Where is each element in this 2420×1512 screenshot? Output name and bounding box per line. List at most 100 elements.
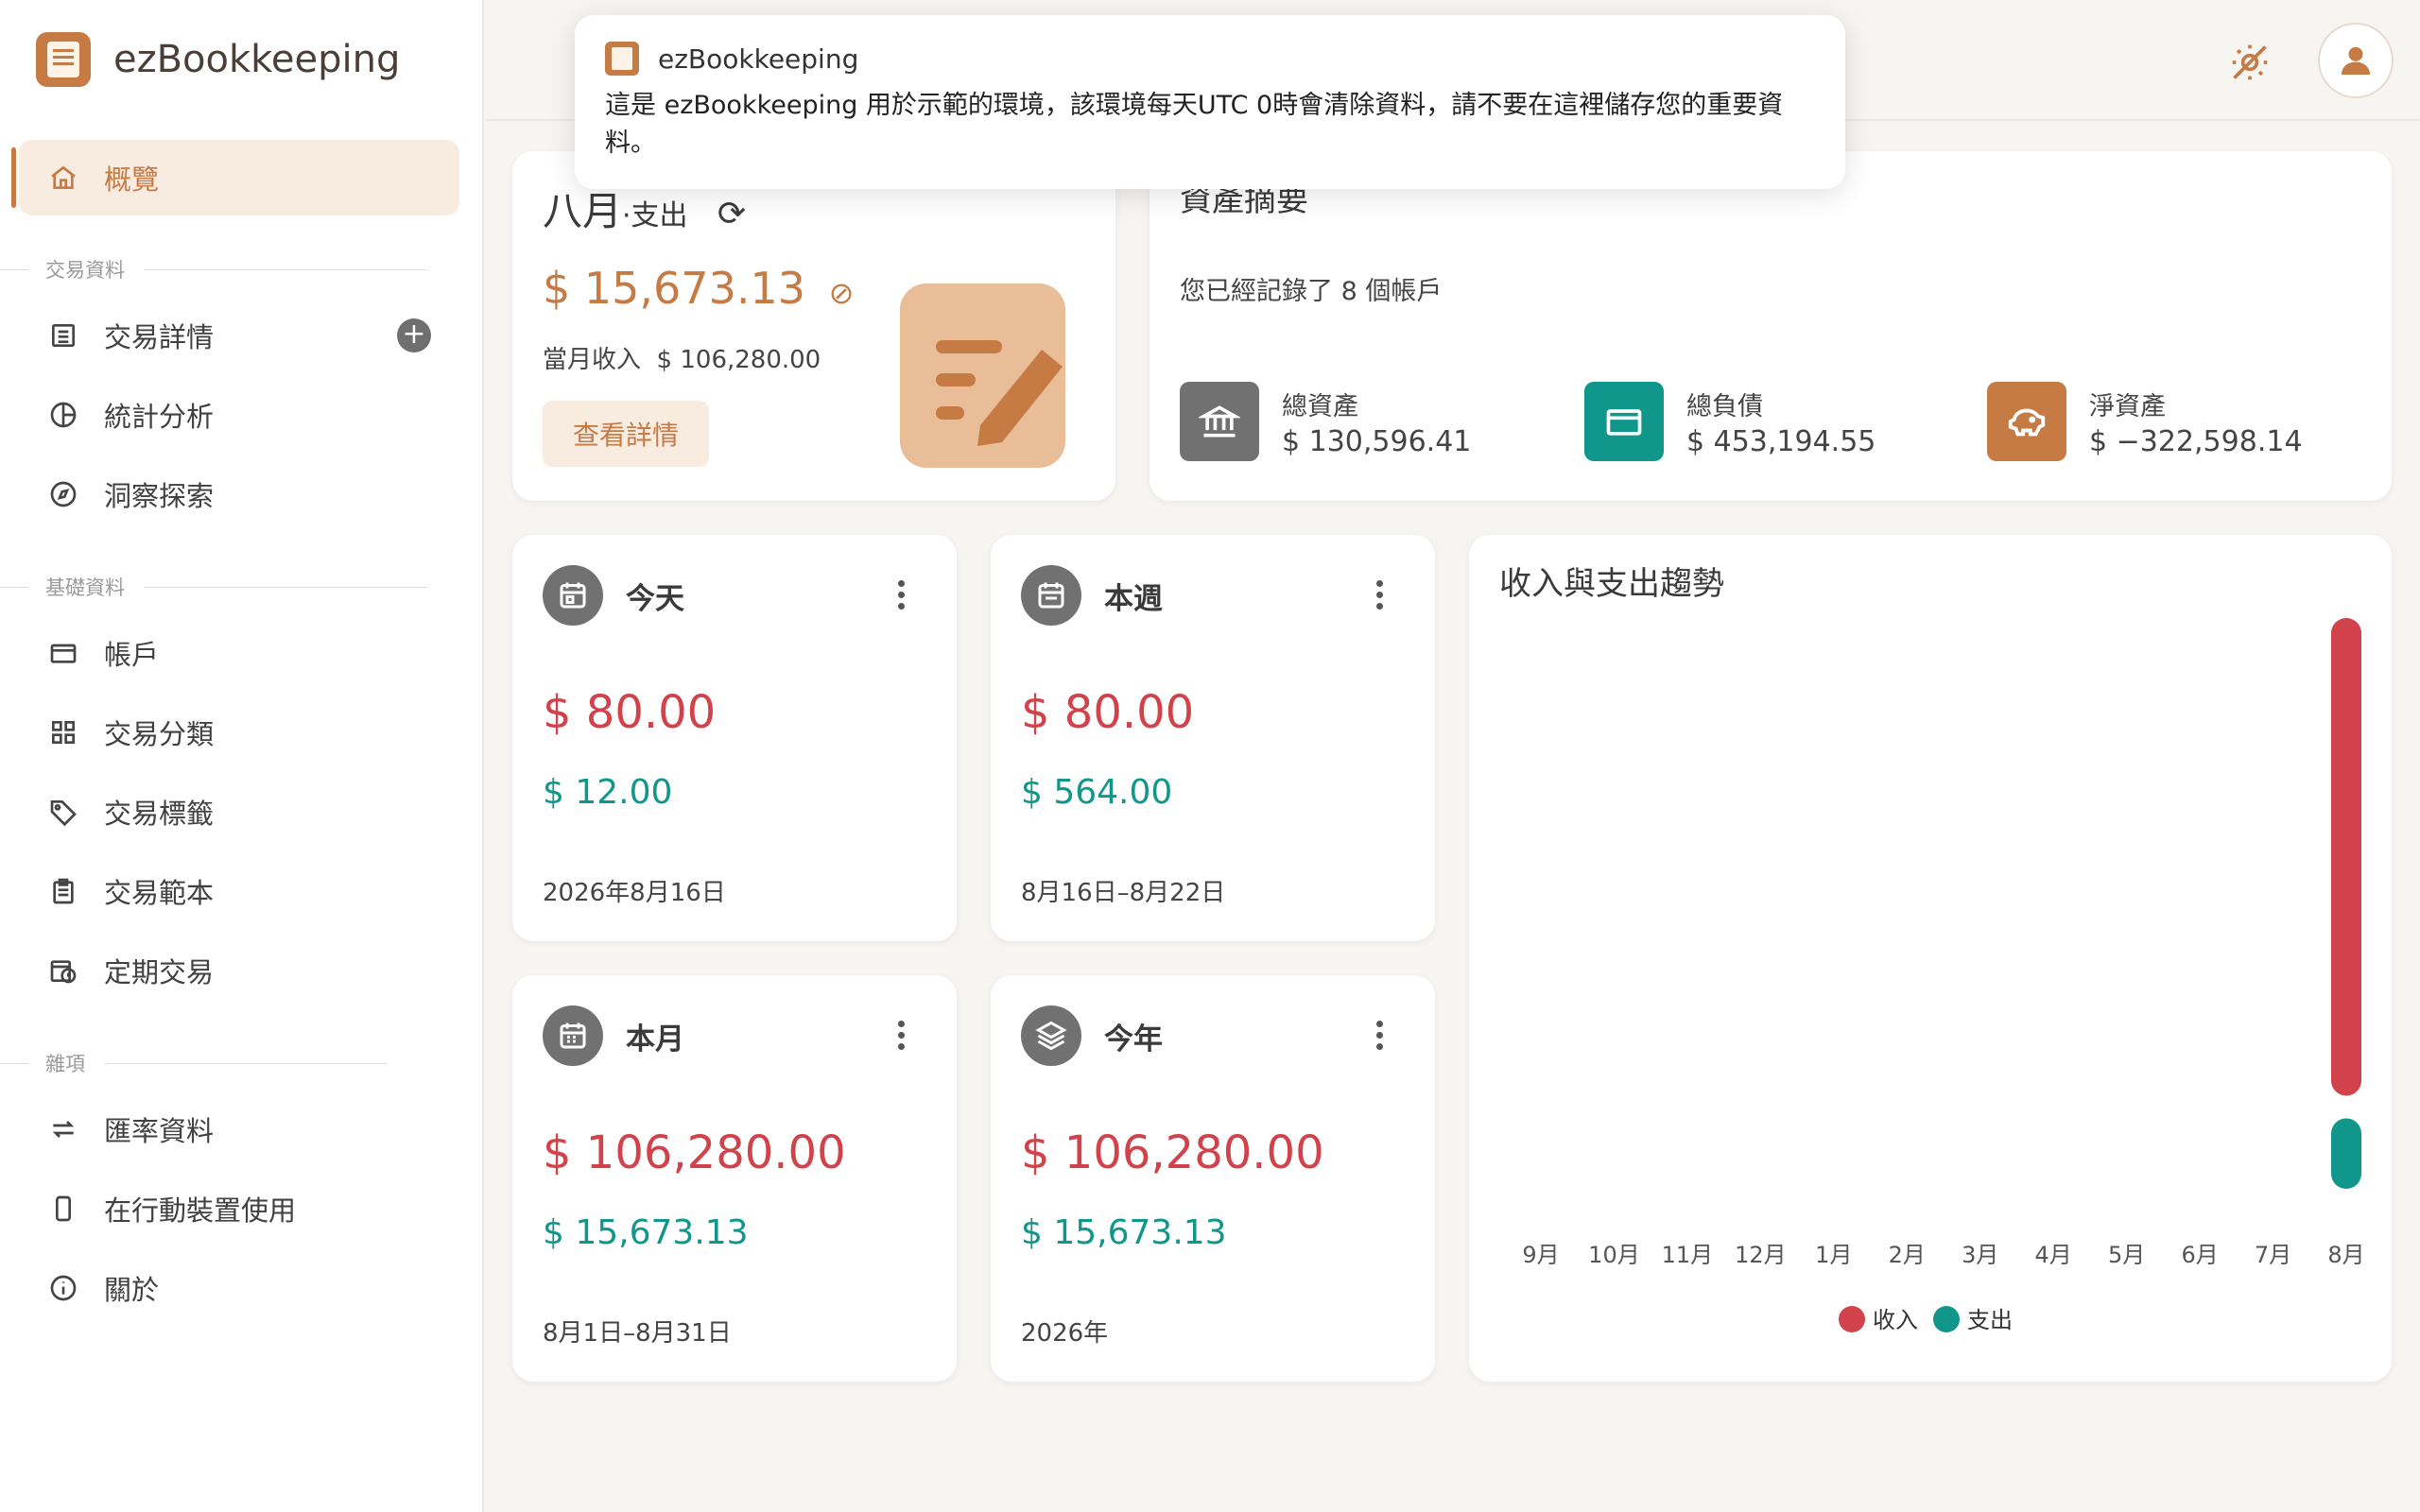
legend-label[interactable]: 支出 xyxy=(1967,1307,2013,1333)
brand-name: ezBookkeeping xyxy=(113,38,401,81)
period-card-today[interactable]: 今天 $ 80.00 $ 12.00 2026年8月16日 xyxy=(512,535,957,941)
view-details-button[interactable]: 查看詳情 xyxy=(543,401,709,467)
monthly-expense-value: $ 15,673.13 xyxy=(543,263,805,314)
period-card-week[interactable]: 本週 $ 80.00 $ 564.00 8月16日–8月22日 xyxy=(991,535,1435,941)
sidebar-item-accounts[interactable]: 帳戶 xyxy=(19,615,459,691)
list-icon xyxy=(47,319,79,352)
sidebar-item-label: 定期交易 xyxy=(104,956,215,988)
asset-summary-card: 資產摘要 您已經記錄了 8 個帳戶 總資產 $ 130,596.41 總負債 $… xyxy=(1150,151,2392,501)
notification-app-name: ezBookkeeping xyxy=(658,43,859,75)
total-assets-label: 總資產 xyxy=(1282,392,1358,421)
monthly-income-value: $ 106,280.00 xyxy=(656,346,821,374)
brand[interactable]: ezBookkeeping xyxy=(36,32,400,87)
period-title: 本月 xyxy=(626,1022,684,1057)
sidebar-item-label: 匯率資料 xyxy=(104,1115,215,1147)
sidebar-item-label: 交易詳情 xyxy=(104,321,215,353)
section-misc: 雜項 xyxy=(0,1049,388,1077)
theme-toggle-icon[interactable] xyxy=(2221,34,2278,91)
legend-marker[interactable] xyxy=(1839,1306,1865,1332)
asset-summary-subtitle: 您已經記錄了 8 個帳戶 xyxy=(1180,277,1443,306)
sidebar-item-insights[interactable]: 洞察探索 xyxy=(19,456,459,532)
sidebar-item-templates[interactable]: 交易範本 xyxy=(19,853,459,929)
clipboard-icon xyxy=(47,875,79,907)
x-tick-label: 4月 xyxy=(2035,1242,2072,1268)
sidebar-item-statistics[interactable]: 統計分析 xyxy=(19,377,459,453)
legend-label[interactable]: 收入 xyxy=(1873,1307,1918,1333)
sidebar-item-tags[interactable]: 交易標籤 xyxy=(19,774,459,850)
period-income: $ 12.00 xyxy=(543,773,673,812)
bar-收入[interactable] xyxy=(2331,618,2361,1096)
bank-icon xyxy=(1180,382,1259,461)
period-card-month[interactable]: 本月 $ 106,280.00 $ 15,673.13 8月1日–8月31日 xyxy=(512,975,957,1382)
x-tick-label: 11月 xyxy=(1662,1242,1714,1268)
swap-icon xyxy=(47,1113,79,1145)
pie-chart-icon xyxy=(47,399,79,431)
more-vertical-icon[interactable] xyxy=(898,1021,906,1055)
trend-chart[interactable]: 9月 10月 11月 12月 1月 2月 3月 4月 5月 6月 7月 8月收入 支出 xyxy=(1469,535,2392,1382)
user-avatar[interactable] xyxy=(2318,23,2394,98)
section-label: 交易資料 xyxy=(45,259,125,282)
section-label: 雜項 xyxy=(45,1053,85,1075)
tag-icon xyxy=(47,796,79,828)
legend-marker[interactable] xyxy=(1933,1306,1960,1332)
net-assets-label: 淨資產 xyxy=(2089,392,2166,421)
month-type-label: ·支出 xyxy=(622,199,688,232)
notepad-icon xyxy=(900,284,1065,468)
section-basic: 基礎資料 xyxy=(0,573,427,601)
period-card-year[interactable]: 今年 $ 106,280.00 $ 15,673.13 2026年 xyxy=(991,975,1435,1382)
net-assets-value: $ −322,598.14 xyxy=(2089,425,2303,458)
sidebar-item-mobile[interactable]: 在行動裝置使用 xyxy=(19,1171,459,1246)
bar-支出[interactable] xyxy=(2331,1118,2361,1189)
piggy-bank-icon xyxy=(1987,382,2066,461)
period-income: $ 15,673.13 xyxy=(1021,1213,1227,1252)
period-expense: $ 80.00 xyxy=(543,686,717,739)
sidebar-item-label: 統計分析 xyxy=(104,401,215,433)
x-tick-label: 10月 xyxy=(1588,1242,1640,1268)
period-date: 8月16日–8月22日 xyxy=(1021,879,1226,907)
more-vertical-icon[interactable] xyxy=(1376,1021,1384,1055)
more-vertical-icon[interactable] xyxy=(1376,580,1384,614)
monthly-income-label: 當月收入 xyxy=(543,346,642,374)
x-tick-label: 5月 xyxy=(2108,1242,2145,1268)
sidebar-item-exchange-rates[interactable]: 匯率資料 xyxy=(19,1091,459,1167)
month-label: 八月 xyxy=(543,188,623,234)
layers-icon xyxy=(1021,1005,1081,1066)
calendar-icon xyxy=(543,565,603,626)
refresh-icon[interactable]: ⟳ xyxy=(717,195,746,233)
period-date: 2026年 xyxy=(1021,1319,1109,1348)
sidebar-item-label: 交易分類 xyxy=(104,718,215,750)
sidebar-item-label: 帳戶 xyxy=(104,639,160,671)
credit-card-icon xyxy=(47,637,79,669)
sidebar-item-scheduled[interactable]: 定期交易 xyxy=(19,933,459,1008)
x-tick-label: 2月 xyxy=(1889,1242,1926,1268)
period-card-header: 本週 xyxy=(1021,565,1163,626)
sidebar-item-about[interactable]: 關於 xyxy=(19,1250,459,1326)
sidebar-item-transaction-details[interactable]: 交易詳情 + xyxy=(19,298,459,373)
compass-icon xyxy=(47,478,79,510)
user-icon xyxy=(2342,46,2370,75)
calendar-week-icon xyxy=(1021,565,1081,626)
x-tick-label: 1月 xyxy=(1815,1242,1852,1268)
total-liabilities-label: 總負債 xyxy=(1686,392,1763,421)
eye-off-icon[interactable]: ⊘ xyxy=(829,275,855,311)
trend-chart-card: 收入與支出趨勢 9月 10月 11月 12月 1月 2月 3月 4月 5月 6月 7月 8月 收入 支出 xyxy=(1469,535,2392,1382)
sidebar-item-label: 關於 xyxy=(104,1274,160,1306)
demo-notification[interactable]: ezBookkeeping 這是 ezBookkeeping 用於示範的環境，該… xyxy=(575,15,1845,189)
calendar-month-icon xyxy=(543,1005,603,1066)
section-transactions: 交易資料 xyxy=(0,255,427,284)
period-date: 8月1日–8月31日 xyxy=(543,1319,732,1348)
sidebar-item-overview[interactable]: 概覽 xyxy=(11,140,459,215)
sidebar-item-label: 洞察探索 xyxy=(104,480,215,512)
period-expense: $ 80.00 xyxy=(1021,686,1195,739)
period-expense: $ 106,280.00 xyxy=(1021,1126,1324,1179)
sidebar-item-label: 在行動裝置使用 xyxy=(104,1194,297,1227)
sidebar-item-categories[interactable]: 交易分類 xyxy=(19,695,459,770)
more-vertical-icon[interactable] xyxy=(898,580,906,614)
calendar-clock-icon xyxy=(47,954,79,987)
period-title: 今天 xyxy=(626,581,684,616)
monthly-expense-amount: $ 15,673.13 ⊘ xyxy=(543,263,854,314)
period-expense: $ 106,280.00 xyxy=(543,1126,846,1179)
grid-icon xyxy=(47,716,79,748)
period-card-header: 今年 xyxy=(1021,1005,1163,1066)
add-transaction-button[interactable]: + xyxy=(397,318,431,352)
